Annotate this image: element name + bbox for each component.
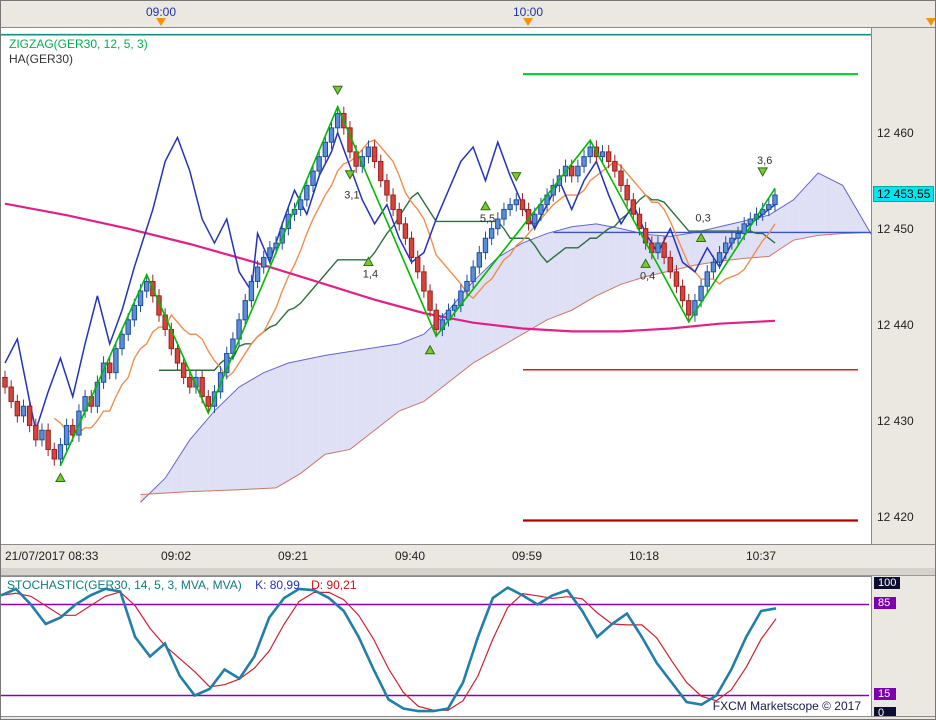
bottom-time-label: 09:02 bbox=[160, 549, 192, 563]
stochastic-panel[interactable] bbox=[1, 576, 871, 716]
stochastic-d-value: D: 90,21 bbox=[311, 578, 357, 592]
stochastic-canvas[interactable] bbox=[1, 577, 871, 717]
zigzag-indicator-label: ZIGZAG(GER30, 12, 5, 3) bbox=[9, 37, 148, 51]
price-axis[interactable]: 12 460 12 450 12 440 12 430 12 420 12 453,55 bbox=[871, 28, 935, 544]
stochastic-level-badge: 100 bbox=[874, 577, 901, 589]
svg-text:0,3: 0,3 bbox=[695, 212, 710, 224]
ha-indicator-label: HA(GER30) bbox=[9, 52, 74, 66]
svg-text:3,1: 3,1 bbox=[344, 190, 359, 202]
price-axis-label: 12 450 bbox=[877, 221, 914, 236]
time-marker-icon bbox=[926, 18, 935, 26]
copyright-label: FXCM Marketscope © 2017 bbox=[712, 699, 861, 713]
trading-chart-window: 09:00 10:00 3,1 1,4 5,5 0,4 0,3 3,6 ZIGZAG(GER… bbox=[0, 0, 936, 720]
panel-separator[interactable] bbox=[1, 568, 935, 576]
bottom-time-label: 10:37 bbox=[745, 549, 777, 563]
stochastic-indicator-label: STOCHASTIC(GER30, 14, 5, 3, MVA, MVA) bbox=[7, 578, 242, 592]
time-marker-icon bbox=[156, 18, 166, 26]
price-axis-label: 12 460 bbox=[877, 125, 914, 140]
stochastic-axis[interactable]: 100 85 15 0 bbox=[871, 576, 935, 719]
bottom-frame bbox=[1, 716, 935, 719]
stochastic-level-badge: 15 bbox=[874, 687, 896, 700]
current-price-badge: 12 453,55 bbox=[873, 185, 935, 202]
main-chart-canvas[interactable]: 3,1 1,4 5,5 0,4 0,3 3,6 bbox=[1, 28, 871, 544]
bottom-time-label: 21/07/2017 08:33 bbox=[5, 549, 99, 563]
svg-text:3,6: 3,6 bbox=[757, 155, 772, 167]
bottom-time-label: 09:59 bbox=[511, 549, 543, 563]
stochastic-k-value: K: 80,99 bbox=[255, 578, 300, 592]
bottom-time-label: 09:21 bbox=[277, 549, 309, 563]
top-time-label: 10:00 bbox=[512, 5, 544, 19]
stochastic-level-badge: 85 bbox=[874, 596, 896, 609]
stochastic-legend: STOCHASTIC(GER30, 14, 5, 3, MVA, MVA) K:… bbox=[7, 578, 357, 592]
top-time-axis[interactable]: 09:00 10:00 bbox=[1, 1, 935, 28]
top-time-label: 09:00 bbox=[145, 5, 177, 19]
svg-text:5,5: 5,5 bbox=[480, 213, 495, 225]
price-axis-label: 12 430 bbox=[877, 413, 914, 428]
time-marker-icon bbox=[523, 18, 533, 26]
bottom-time-label: 09:40 bbox=[394, 549, 426, 563]
main-chart-area[interactable]: 3,1 1,4 5,5 0,4 0,3 3,6 bbox=[1, 28, 871, 544]
svg-text:1,4: 1,4 bbox=[363, 268, 378, 280]
bottom-time-label: 10:18 bbox=[628, 549, 660, 563]
time-axis[interactable]: 21/07/2017 08:33 09:02 09:21 09:40 09:59 10:1… bbox=[1, 544, 935, 569]
price-axis-label: 12 420 bbox=[877, 509, 914, 524]
price-axis-label: 12 440 bbox=[877, 317, 914, 332]
svg-text:0,4: 0,4 bbox=[640, 270, 655, 282]
